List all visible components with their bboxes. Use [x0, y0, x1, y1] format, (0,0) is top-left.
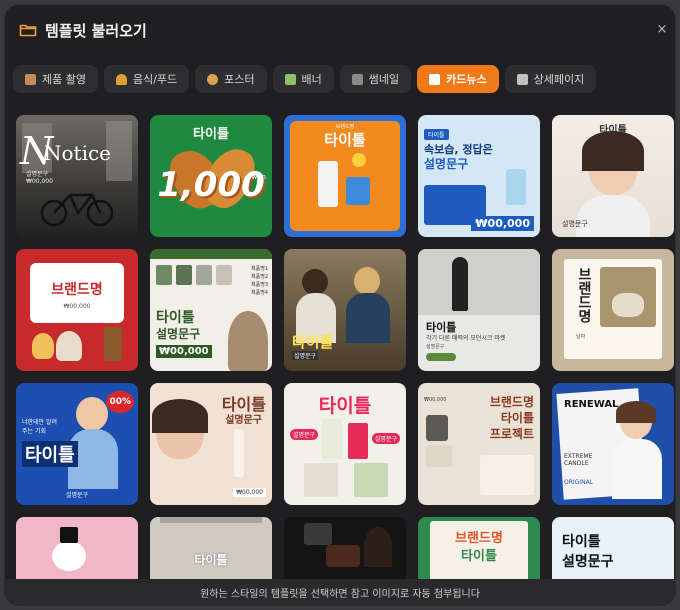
tab-food[interactable]: 음식/푸드	[103, 65, 190, 93]
brand-red-title: 브랜드명	[51, 282, 103, 298]
template-card-cake[interactable]	[284, 517, 406, 585]
blue-title1: 타이틀	[562, 534, 601, 550]
beauty-sub: 설명문구	[562, 220, 588, 228]
template-card-cups[interactable]: 브랜드명 타이틀	[284, 115, 406, 237]
serum-price: ₩00,000	[471, 216, 534, 231]
bags-m1: 제품명1	[251, 266, 268, 272]
template-card-blue[interactable]: 타이틀 설명문구	[552, 517, 674, 585]
thumbnail-icon	[351, 73, 363, 85]
serum-tag: 타이틀	[424, 129, 449, 140]
footer-hint: 원하는 스타일의 템플릿을 선택하면 참고 이미지로 자동 첨부됩니다	[5, 579, 675, 605]
notice-price: ₩00,000	[26, 178, 53, 185]
modern-sub2: 설명문구	[426, 344, 445, 350]
bags-m4: 제품명4	[251, 290, 268, 296]
candle-sub: EXTREME CANDLE	[564, 453, 593, 467]
template-card-candle[interactable]: RENEWAL EXTREME CANDLE ORIGINAL	[552, 383, 674, 505]
template-card-notice[interactable]: N Notice 설명문구 ₩00,000	[16, 115, 138, 237]
bags-m3: 제품명3	[251, 282, 268, 288]
template-card-beauty[interactable]: 타이틀 설명문구	[552, 115, 674, 237]
bags-price: ₩00,000	[156, 345, 212, 358]
template-card-man[interactable]: 00% 너한테만 알려주는 기회 타이틀 설명문구	[16, 383, 138, 505]
bags-m2: 제품명2	[251, 274, 268, 280]
notice-title: Notice	[44, 141, 112, 165]
tab-card-news[interactable]: 카드뉴스	[417, 65, 499, 93]
serum-line2: 설명문구	[424, 157, 469, 171]
candle-foot: ORIGINAL	[564, 479, 594, 486]
template-card-christmas[interactable]	[16, 517, 138, 585]
template-modal: 템플릿 불러오기 × 제품 촬영 음식/푸드 포스터 배너 썸네일 카드뉴스 상…	[5, 5, 675, 605]
template-card-interior[interactable]: 타이틀	[150, 517, 272, 585]
template-card-serum[interactable]: 타이틀 속보습, 정답은 설명문구 ₩00,000	[418, 115, 540, 237]
green-brand-title1: 브랜드명	[455, 531, 503, 546]
tab-product-photo[interactable]: 제품 촬영	[13, 65, 98, 93]
image-icon	[284, 73, 296, 85]
box-icon	[25, 73, 36, 85]
man-line: 너한테만 알려주는 기회	[22, 419, 58, 435]
bags-title: 타이틀	[156, 310, 195, 326]
tab-poster[interactable]: 포스터	[195, 65, 267, 93]
blue-title2: 설명문구	[562, 554, 614, 570]
interior-title: 타이틀	[194, 553, 228, 567]
modern-sub: 각기 다른 매력의 모던시크 마켓	[426, 335, 506, 342]
bicycle-icon	[40, 193, 114, 227]
snack-tag2: 설명문구	[371, 433, 400, 444]
pottery-title: 브랜드명	[576, 267, 592, 323]
template-card-modern[interactable]: 타이틀 각기 다른 매력의 모던시크 마켓 설명문구	[418, 249, 540, 371]
modal-title: 템플릿 불러오기	[45, 21, 147, 40]
palette-icon	[207, 73, 219, 85]
friends-title: 타이틀	[292, 333, 334, 351]
snack-title: 타이틀	[318, 395, 372, 417]
friends-sub: 설명문구	[292, 351, 319, 360]
category-tabs: 제품 촬영 음식/푸드 포스터 배너 썸네일 카드뉴스 상세페이지	[13, 65, 667, 95]
tab-thumbnail[interactable]: 썸네일	[339, 65, 412, 93]
modal-header: 템플릿 불러오기	[5, 5, 675, 55]
cups-title: 타이틀	[324, 131, 366, 149]
man-title: 타이틀	[22, 441, 78, 467]
template-card-snack[interactable]: 타이틀 설명문구 설명문구	[284, 383, 406, 505]
project-title1: 브랜드명	[489, 395, 534, 409]
wings-title: 타이틀	[193, 127, 229, 142]
snack-tag1: 설명문구	[290, 429, 319, 440]
device-price: ₩00,000	[233, 488, 266, 497]
tab-detail-page[interactable]: 상세페이지	[504, 65, 597, 93]
template-card-project[interactable]: 브랜드명 타이틀 프로젝트 ₩00,000	[418, 383, 540, 505]
close-icon[interactable]: ×	[655, 23, 669, 37]
candle-title: RENEWAL	[564, 399, 619, 410]
device-sub: 설명문구	[225, 415, 262, 426]
project-price: ₩00,000	[424, 397, 447, 403]
notice-sub: 설명문구	[26, 171, 49, 178]
template-grid: N Notice 설명문구 ₩00,000 타이틀 1,000 won 브랜드명…	[16, 115, 675, 585]
template-card-green-brand[interactable]: 브랜드명 타이틀	[418, 517, 540, 585]
green-brand-title2: 타이틀	[461, 549, 497, 564]
man-badge: 00%	[106, 391, 134, 413]
pottery-date: 날짜	[576, 334, 586, 340]
template-card-bags[interactable]: 제품명1 제품명2 제품명3 제품명4 타이틀 설명문구 ₩00,000	[150, 249, 272, 371]
page-icon	[516, 73, 528, 85]
template-card-pottery[interactable]: 브랜드명 날짜	[552, 249, 674, 371]
project-title2: 타이틀	[500, 411, 534, 425]
footer-text: 원하는 스타일의 템플릿을 선택하면 참고 이미지로 자동 첨부됩니다	[200, 588, 480, 600]
man-sub: 설명문구	[65, 492, 89, 499]
wings-unit: won	[251, 173, 266, 181]
burger-icon	[115, 73, 127, 85]
template-card-friends[interactable]: 타이틀 설명문구	[284, 249, 406, 371]
folder-icon	[19, 24, 37, 37]
bags-sub: 설명문구	[156, 327, 201, 341]
card-icon	[429, 73, 441, 85]
template-card-device[interactable]: 타이틀 설명문구 ₩00,000	[150, 383, 272, 505]
wings-price: 1,000	[157, 165, 265, 205]
tab-banner[interactable]: 배너	[272, 65, 334, 93]
template-card-wings[interactable]: 타이틀 1,000 won	[150, 115, 272, 237]
project-title3: 프로젝트	[489, 427, 534, 441]
template-card-brand-red[interactable]: 브랜드명 ₩00,000	[16, 249, 138, 371]
brand-red-price: ₩00,000	[63, 303, 91, 310]
